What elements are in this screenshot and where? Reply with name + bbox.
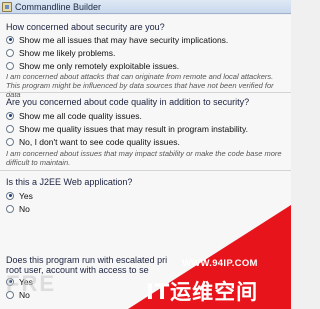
quality-note: I am concerned about issues that may imp… [6,149,282,167]
radio-icon[interactable] [6,137,14,146]
builder-content: How concerned about security are you? Sh… [0,15,291,309]
security-note: I am concerned about attacks that can or… [6,72,274,99]
security-question: How concerned about security are you? [6,22,165,32]
quality-option-all[interactable]: Show me all code quality issues. [6,110,142,121]
j2ee-question: Is this a J2EE Web application? [6,177,133,187]
separator [0,92,291,93]
quality-option-instability[interactable]: Show me quality issues that may result i… [6,123,248,134]
radio-icon[interactable] [6,204,14,213]
radio-icon[interactable] [6,61,14,70]
quality-option-none[interactable]: No, I don't want to see code quality iss… [6,136,180,147]
privilege-question: Does this program run with escalated pri [6,255,168,265]
j2ee-option-yes[interactable]: Yes [6,190,33,201]
privilege-option-no[interactable]: No [6,289,30,300]
radio-icon[interactable] [6,111,14,120]
title-bar: Commandline Builder [0,0,291,14]
j2ee-option-no[interactable]: No [6,203,30,214]
radio-icon[interactable] [6,35,14,44]
privilege-option-yes[interactable]: Yes [6,276,33,287]
window-title: Commandline Builder [15,2,102,12]
separator [0,170,291,171]
radio-icon[interactable] [6,290,14,299]
radio-icon[interactable] [6,48,14,57]
security-option-all[interactable]: Show me all issues that may have securit… [6,34,228,45]
radio-icon[interactable] [6,124,14,133]
quality-question: Are you concerned about code quality in … [6,97,250,107]
radio-icon[interactable] [6,191,14,200]
security-option-remote[interactable]: Show me only remotely exploitable issues… [6,60,179,71]
privilege-question-line2: root user, account with access to se [6,265,149,275]
radio-icon[interactable] [6,277,14,286]
security-option-likely[interactable]: Show me likely problems. [6,47,115,58]
app-icon [2,2,12,12]
